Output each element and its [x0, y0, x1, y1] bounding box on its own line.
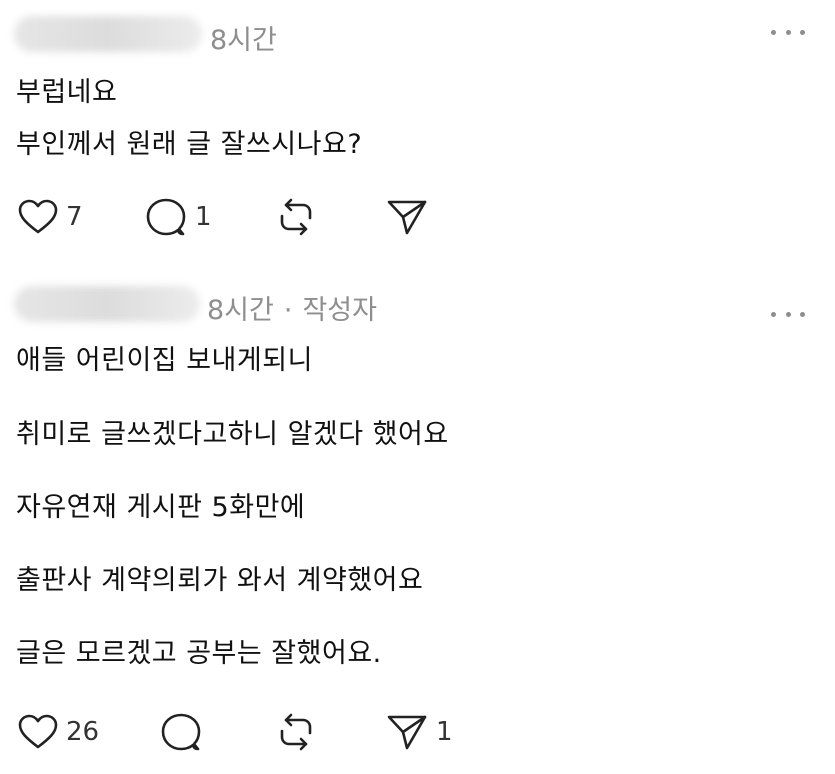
repost-arrows-icon — [280, 198, 312, 236]
speech-bubble-icon — [146, 198, 186, 236]
share-button[interactable]: 1 — [386, 708, 453, 756]
repost-arrows-icon — [280, 713, 312, 751]
more-dot — [785, 29, 791, 35]
post-meta: 8시간 — [210, 18, 277, 57]
post-text-line: 출판사 계약의뢰가 와서 계약했어요 — [16, 565, 424, 596]
more-dot — [800, 29, 805, 35]
share-button[interactable] — [386, 193, 436, 241]
post-time: 8시간 — [207, 295, 274, 326]
post-text-line: 애들 어린이집 보내게되니 — [16, 345, 313, 376]
post-text-line: 부인께서 원래 글 잘쓰시나요? — [16, 129, 363, 160]
post-time: 8시간 — [210, 25, 277, 56]
like-count: 26 — [66, 717, 100, 747]
heart-icon — [18, 714, 58, 749]
more-options-button[interactable] — [771, 304, 805, 324]
blurred-username[interactable] — [14, 16, 202, 52]
meta-separator: · — [283, 295, 293, 326]
post-header: 8시간 · 작성자 — [0, 282, 835, 326]
reply-button[interactable]: 1 — [145, 193, 212, 241]
like-count: 7 — [66, 202, 83, 232]
post-actions: 7 1 — [0, 193, 835, 241]
reply-count: 1 — [195, 202, 212, 232]
blurred-username[interactable] — [14, 286, 200, 322]
post-actions: 26 1 — [0, 708, 835, 756]
more-dot — [800, 311, 805, 317]
more-dot — [785, 311, 791, 317]
comment-post: 8시간 부럽네요 부인께서 원래 글 잘쓰시나요? 7 1 — [0, 0, 835, 262]
speech-bubble-icon — [161, 713, 201, 751]
like-button[interactable]: 7 — [18, 193, 83, 241]
repost-button[interactable] — [274, 708, 318, 756]
post-text-line: 부럽네요 — [16, 77, 118, 108]
heart-icon — [18, 199, 58, 234]
more-options-button[interactable] — [771, 22, 805, 42]
comment-post: 8시간 · 작성자 애들 어린이집 보내게되니 취미로 글쓰겠다고하니 알겠다 했어… — [0, 262, 835, 774]
post-meta: 8시간 · 작성자 — [207, 288, 377, 327]
paper-plane-icon — [387, 200, 427, 235]
post-text-line: 자유연재 게시판 5화만에 — [16, 492, 306, 523]
share-count: 1 — [436, 717, 453, 747]
author-tag: 작성자 — [302, 295, 377, 326]
paper-plane-icon — [387, 715, 427, 750]
like-button[interactable]: 26 — [18, 708, 99, 756]
post-text-line: 글은 모르겠고 공부는 잘했어요. — [16, 638, 382, 669]
post-header: 8시간 — [0, 12, 835, 56]
more-dot — [771, 29, 776, 35]
reply-button[interactable] — [160, 708, 210, 756]
more-dot — [771, 311, 776, 317]
post-text-line: 취미로 글쓰겠다고하니 알겠다 했어요 — [16, 419, 449, 450]
repost-button[interactable] — [274, 193, 318, 241]
